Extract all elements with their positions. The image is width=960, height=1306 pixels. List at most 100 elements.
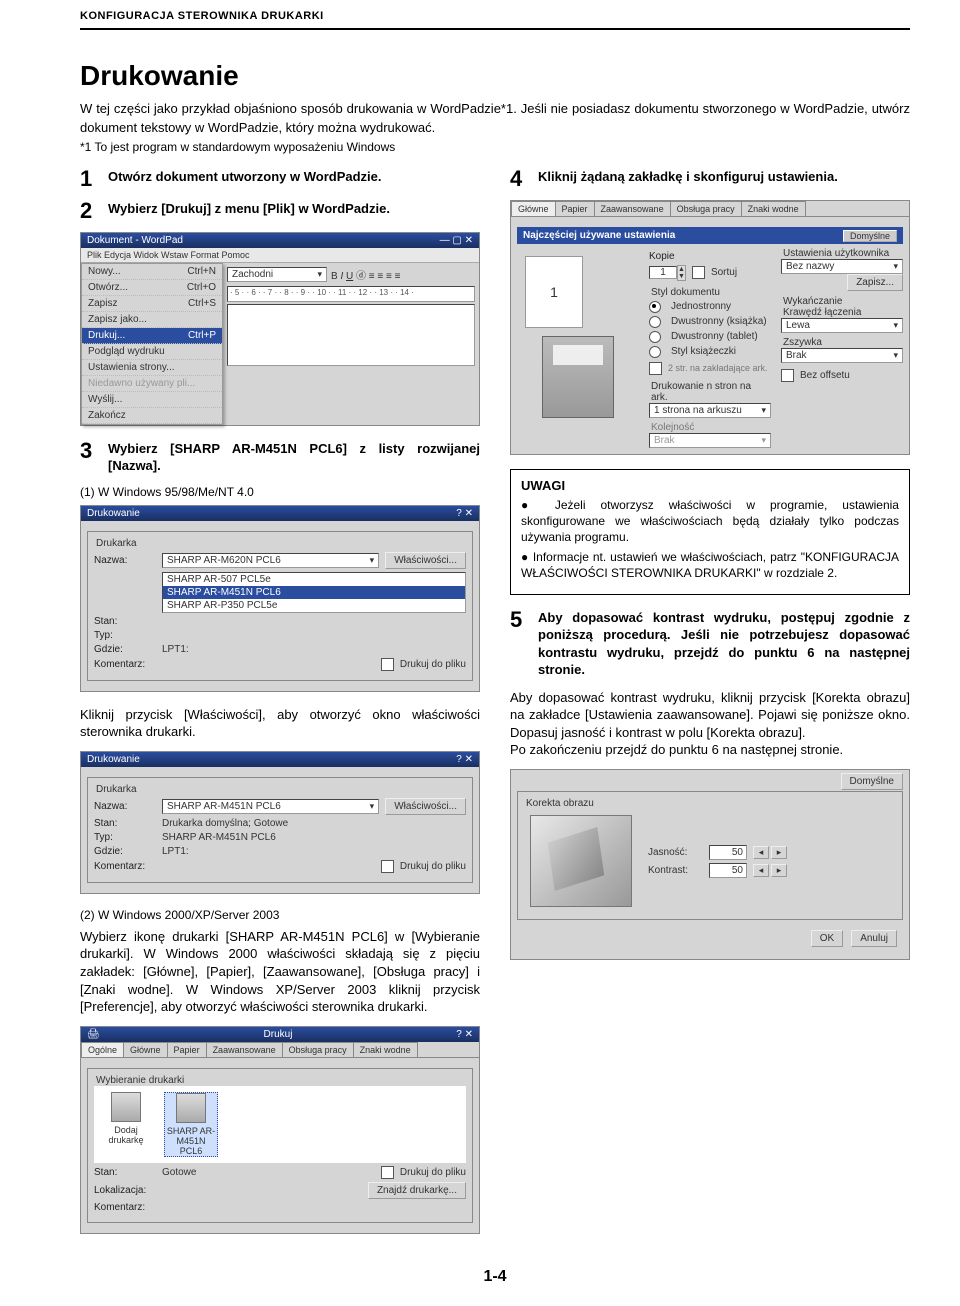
step-5-body: Aby dopasować kontrast wydruku, kliknij … [510,689,910,759]
font-script-combo[interactable]: Zachodni▾ [227,267,327,282]
print-dialog-2: Drukowanie ? ✕ Drukarka Nazwa: SHARP AR-… [80,751,480,894]
tab-advanced[interactable]: Zaawansowane [594,201,671,216]
defaults-button[interactable]: Domyślne [841,773,903,790]
banner-label: Najczęściej używane ustawienia [523,230,675,241]
menu-item-print[interactable]: Drukuj...Ctrl+P [82,328,222,344]
printer-icon-selected[interactable]: SHARP AR-M451N PCL6 [164,1092,218,1157]
brightness-value[interactable]: 50 [709,845,747,860]
defaults-button[interactable]: Domyślne [843,230,897,242]
user-settings-combo[interactable]: Bez nazwy▾ [781,259,903,274]
printer-list[interactable]: SHARP AR-507 PCL5e SHARP AR-M451N PCL6 S… [162,572,466,613]
copies-spinner[interactable]: 1 ▲▼ [649,265,686,281]
tab-strip: Ogólne Główne Papier Zaawansowane Obsług… [81,1042,479,1058]
icon-label: SHARP AR-M451N PCL6 [165,1126,217,1156]
footnote: *1 To jest program w standardowym wyposa… [80,140,910,154]
menu-item[interactable]: Niedawno używany pli... [82,376,222,392]
stan-value: Drukarka domyślna; Gotowe [162,818,288,829]
radio-twosided-tablet[interactable] [649,331,661,343]
menu-item[interactable]: Zakończ [82,408,222,424]
notes-box: UWAGI Jeżeli otworzysz właściwości w pro… [510,469,910,595]
menu-item[interactable]: Otwórz...Ctrl+O [82,280,222,296]
radio-onesided[interactable] [649,301,661,313]
tab-paper[interactable]: Papier [167,1042,207,1057]
window-titlebar: Drukowanie ? ✕ [81,752,479,767]
toolbar-icons: B I U ⓓ ≡ ≡ ≡ ≡ [331,267,400,282]
menu-item[interactable]: ZapiszCtrl+S [82,296,222,312]
tab-paper[interactable]: Papier [555,201,595,216]
print-to-file-checkbox[interactable] [381,658,394,671]
tab-advanced[interactable]: Zaawansowane [206,1042,283,1057]
contrast-buttons[interactable]: ◂▸ [753,864,787,877]
staple-combo[interactable]: Brak▾ [781,348,903,363]
tab-watermark[interactable]: Znaki wodne [353,1042,418,1057]
settings-banner: Najczęściej używane ustawienia Domyślne [517,227,903,244]
window-titlebar: Drukowanie ? ✕ [81,506,479,521]
printer-option[interactable]: SHARP AR-P350 PCL5e [163,599,465,612]
printer-preview-image [542,336,614,418]
contrast-value[interactable]: 50 [709,863,747,878]
step-text: Wybierz [SHARP AR-M451N PCL6] z listy ro… [108,440,480,475]
order-combo[interactable]: Brak▾ [649,433,771,448]
copies-value[interactable]: 1 [649,266,677,279]
group-label: Drukarka [94,538,466,549]
cancel-button[interactable]: Anuluj [851,930,897,947]
tab-watermark[interactable]: Znaki wodne [741,201,806,216]
sort-checkbox[interactable] [692,266,705,279]
nup-checkbox[interactable] [649,362,662,375]
nup-combo[interactable]: 1 strona na arkuszu▾ [649,403,771,418]
menu-item[interactable]: Zapisz jako... [82,312,222,328]
brightness-buttons[interactable]: ◂▸ [753,846,787,859]
print-to-file-checkbox[interactable] [381,1166,394,1179]
menu-item[interactable]: Podgląd wydruku [82,344,222,360]
name-label: Nazwa: [94,555,156,566]
group-label: Drukarka [94,784,466,795]
find-printer-button[interactable]: Znajdź drukarkę... [368,1182,466,1199]
save-button[interactable]: Zapisz... [847,274,903,291]
help-close-icons: ? ✕ [456,1029,473,1040]
radio-twosided-book[interactable] [649,316,661,328]
stan-label: Stan: [94,616,156,627]
ok-button[interactable]: OK [811,930,843,947]
group-label: Wybieranie drukarki [94,1075,466,1086]
icon-label: Dodaj drukarkę [100,1125,152,1145]
step-4: 4 Kliknij żądaną zakładkę i skonfiguruj … [510,168,910,190]
printer-option[interactable]: SHARP AR-507 PCL5e [163,573,465,586]
step-5: 5 Aby dopasować kontrast wydruku, postęp… [510,609,910,679]
menu-item[interactable]: Nowy...Ctrl+N [82,264,222,280]
ruler: · 5 · · 6 · · 7 · · 8 · · 9 · · 10 · · 1… [227,286,475,302]
right-column: 4 Kliknij żądaną zakładkę i skonfiguruj … [510,168,910,1248]
no-offset-checkbox[interactable] [781,369,794,382]
step-text: Kliknij żądaną zakładkę i skonfiguruj us… [538,168,838,190]
printer-name-combo[interactable]: SHARP AR-M451N PCL6▾ [162,799,379,814]
step-3: 3 Wybierz [SHARP AR-M451N PCL6] z listy … [80,440,480,475]
note-item: Informacje nt. ustawień we właściwościac… [521,549,899,581]
printer-name-combo[interactable]: SHARP AR-M620N PCL6▾ [162,553,379,568]
substep-2: (2) W Windows 2000/XP/Server 2003 [80,908,480,922]
gdzie-label: Gdzie: [94,644,156,655]
tab-main[interactable]: Główne [123,1042,168,1057]
tab-general[interactable]: Ogólne [81,1042,124,1057]
substep-2-desc: Wybierz ikonę drukarki [SHARP AR-M451N P… [80,928,480,1016]
print-dialog-1: Drukowanie ? ✕ Drukarka Nazwa: SHARP AR-… [80,505,480,692]
tab-main[interactable]: Główne [511,201,556,216]
name-label: Nazwa: [94,801,156,812]
printer-group: Drukarka Nazwa: SHARP AR-M620N PCL6▾ Wła… [87,531,473,681]
binding-edge-combo[interactable]: Lewa▾ [781,318,903,333]
radio-booklet[interactable] [649,346,661,358]
brightness-label: Jasność: [648,847,703,858]
print-to-file-checkbox[interactable] [381,860,394,873]
file-menu-dropdown: Nowy...Ctrl+N Otwórz...Ctrl+O ZapiszCtrl… [81,263,223,425]
tab-jobhandling[interactable]: Obsługa pracy [282,1042,354,1057]
menu-item[interactable]: Wyślij... [82,392,222,408]
printer-option-selected[interactable]: SHARP AR-M451N PCL6 [163,586,465,599]
radio-label: Dwustronny (tablet) [671,331,758,342]
add-printer-icon[interactable]: Dodaj drukarkę [100,1092,152,1157]
page-title: Drukowanie [80,60,910,92]
properties-button[interactable]: Właściwości... [385,798,466,815]
menu-item[interactable]: Ustawienia strony... [82,360,222,376]
properties-button[interactable]: Właściwości... [385,552,466,569]
lokalizacja-label: Lokalizacja: [94,1185,156,1196]
tab-jobhandling[interactable]: Obsługa pracy [670,201,742,216]
nup-label: Drukowanie n stron na ark. [649,381,771,403]
window-titlebar: 🖨 Drukuj ? ✕ [81,1027,479,1042]
